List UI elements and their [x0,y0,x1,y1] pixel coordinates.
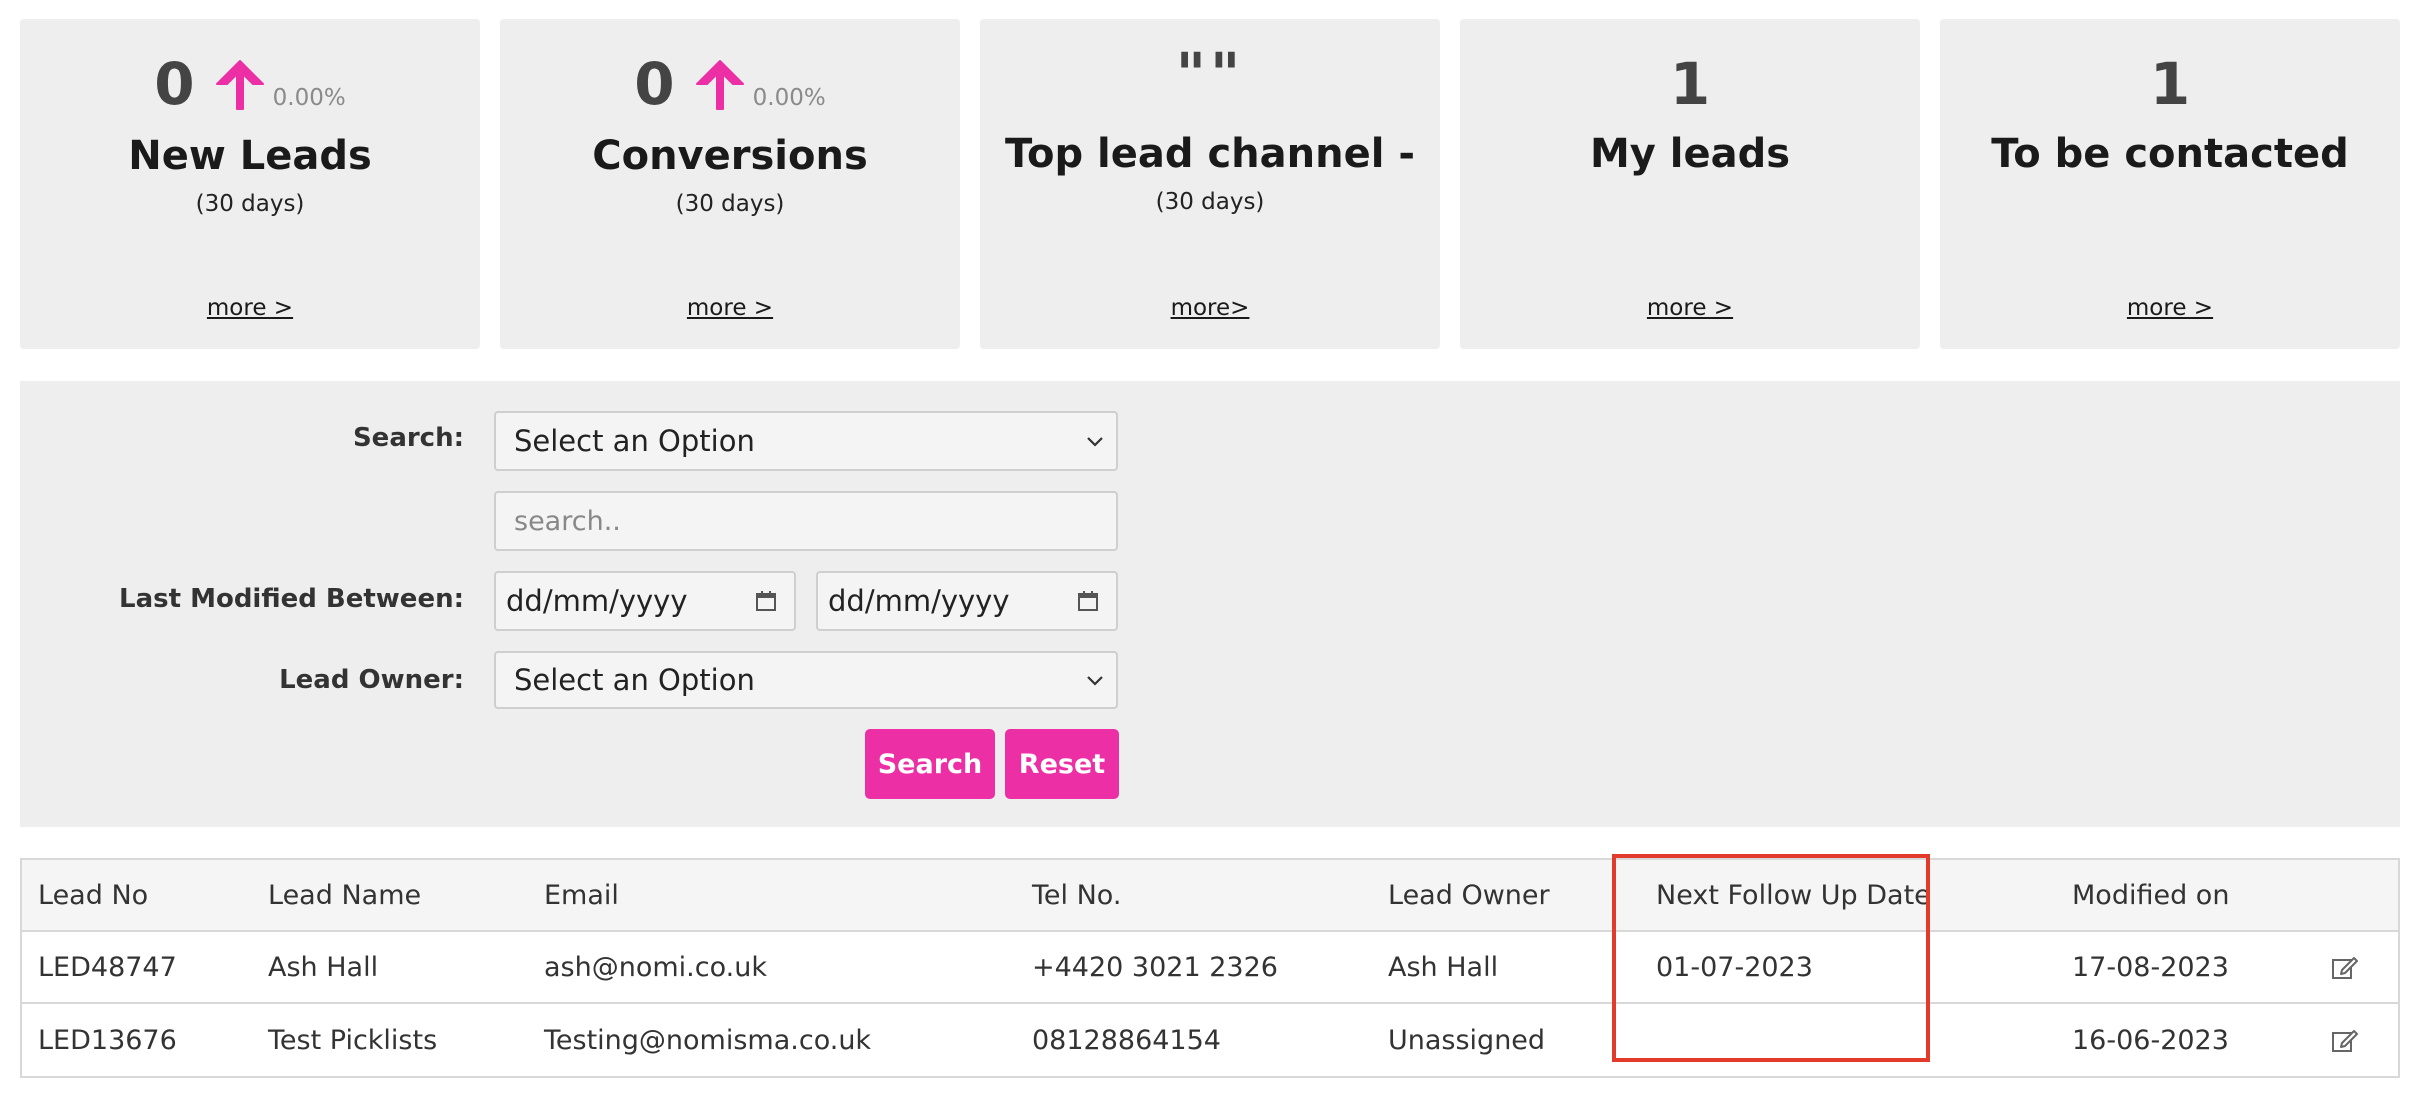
card-title: Top lead channel - [1005,131,1415,177]
card-subtitle: (30 days) [1155,189,1265,215]
card-title: My leads [1589,131,1791,177]
date-to-field[interactable]: dd/mm/yyyy [816,571,1118,631]
card-percent: 0.00% [272,85,346,111]
header-tel-no[interactable]: Tel No. [1032,880,1121,911]
lead-owner-select[interactable]: Select an Option [494,651,1118,709]
card-number-row: 0 0.00% [20,51,480,117]
edit-icon[interactable] [2330,952,2360,982]
cell-modified-on: 17-08-2023 [2072,951,2229,983]
cell-tel-no: 08128864154 [1032,1024,1221,1056]
cell-email: Testing@nomisma.co.uk [544,1024,872,1056]
search-input-placeholder: search.. [514,505,621,537]
cell-tel-no: +4420 3021 2326 [1032,951,1278,983]
card-my-leads: 1 My leads more > [1460,19,1920,349]
card-number: 0 [154,50,195,118]
chevron-down-icon [1087,437,1103,447]
card-percent: 0.00% [752,85,826,111]
table-header-row: Lead No Lead Name Email Tel No. Lead Own… [22,860,2398,932]
card-to-be-contacted: 1 To be contacted more > [1940,19,2400,349]
lead-owner-label: Lead Owner: [279,665,464,695]
card-title: Conversions [592,133,868,179]
cell-lead-owner: Unassigned [1388,1024,1546,1056]
header-lead-name[interactable]: Lead Name [268,880,421,911]
cell-next-follow-up: 01-07-2023 [1656,951,1813,983]
card-conversions: 0 0.00% Conversions (30 days) more > [500,19,960,349]
table-row[interactable]: LED13676 Test Picklists Testing@nomisma.… [22,1004,2398,1076]
search-field-select-value: Select an Option [514,424,755,458]
card-subtitle: (30 days) [675,191,785,217]
card-title: To be contacted [1991,131,2349,177]
arrow-up-icon [695,60,744,110]
stat-cards: 0 0.00% New Leads (30 days) more > 0 0.0… [20,19,2400,349]
reset-button[interactable]: Reset [1005,729,1119,799]
more-link[interactable]: more > [20,295,480,321]
header-modified-on[interactable]: Modified on [2072,880,2229,911]
date-from-value: dd/mm/yyyy [506,584,688,618]
cell-email: ash@nomi.co.uk [544,951,767,983]
cell-lead-name: Ash Hall [268,951,379,983]
card-number-row: 1 [1460,51,1920,117]
cell-lead-name: Test Picklists [268,1024,438,1056]
cell-lead-no: LED13676 [38,1024,177,1056]
header-email[interactable]: Email [544,880,619,911]
card-number-row: "" [980,41,1440,107]
search-field-select[interactable]: Select an Option [494,411,1118,471]
card-number: 1 [2149,50,2191,118]
cell-lead-no: LED48747 [38,951,177,983]
calendar-icon[interactable] [754,589,778,613]
more-link[interactable]: more> [980,295,1440,321]
more-link[interactable]: more > [1940,295,2400,321]
more-link[interactable]: more > [500,295,960,321]
header-lead-owner[interactable]: Lead Owner [1388,880,1550,911]
card-number-row: 0 0.00% [500,51,960,117]
leads-table: Lead No Lead Name Email Tel No. Lead Own… [20,858,2400,1078]
card-number: 1 [1669,50,1711,118]
chevron-down-icon [1087,676,1103,686]
date-from-field[interactable]: dd/mm/yyyy [494,571,796,631]
lead-owner-select-value: Select an Option [514,663,755,697]
search-label: Search: [352,423,464,453]
search-button[interactable]: Search [865,729,995,799]
card-new-leads: 0 0.00% New Leads (30 days) more > [20,19,480,349]
arrow-up-icon [215,60,264,110]
cell-lead-owner: Ash Hall [1388,951,1499,983]
search-panel: Search: Select an Option search.. Last M… [20,381,2400,827]
card-subtitle: (30 days) [195,191,305,217]
table-row[interactable]: LED48747 Ash Hall ash@nomi.co.uk +4420 3… [22,932,2398,1004]
card-number: 0 [634,50,675,118]
search-input[interactable]: search.. [494,491,1118,551]
card-top-lead-channel: "" Top lead channel - (30 days) more> [980,19,1440,349]
card-number-row: 1 [1940,51,2400,117]
calendar-icon[interactable] [1076,589,1100,613]
header-lead-no[interactable]: Lead No [38,880,148,911]
card-title: New Leads [128,133,372,179]
date-to-value: dd/mm/yyyy [828,584,1010,618]
last-modified-label: Last Modified Between: [119,584,464,614]
card-number: "" [1175,40,1245,108]
header-next-follow-up[interactable]: Next Follow Up Date [1656,880,1931,911]
more-link[interactable]: more > [1460,295,1920,321]
edit-icon[interactable] [2330,1025,2360,1055]
cell-modified-on: 16-06-2023 [2072,1024,2229,1056]
